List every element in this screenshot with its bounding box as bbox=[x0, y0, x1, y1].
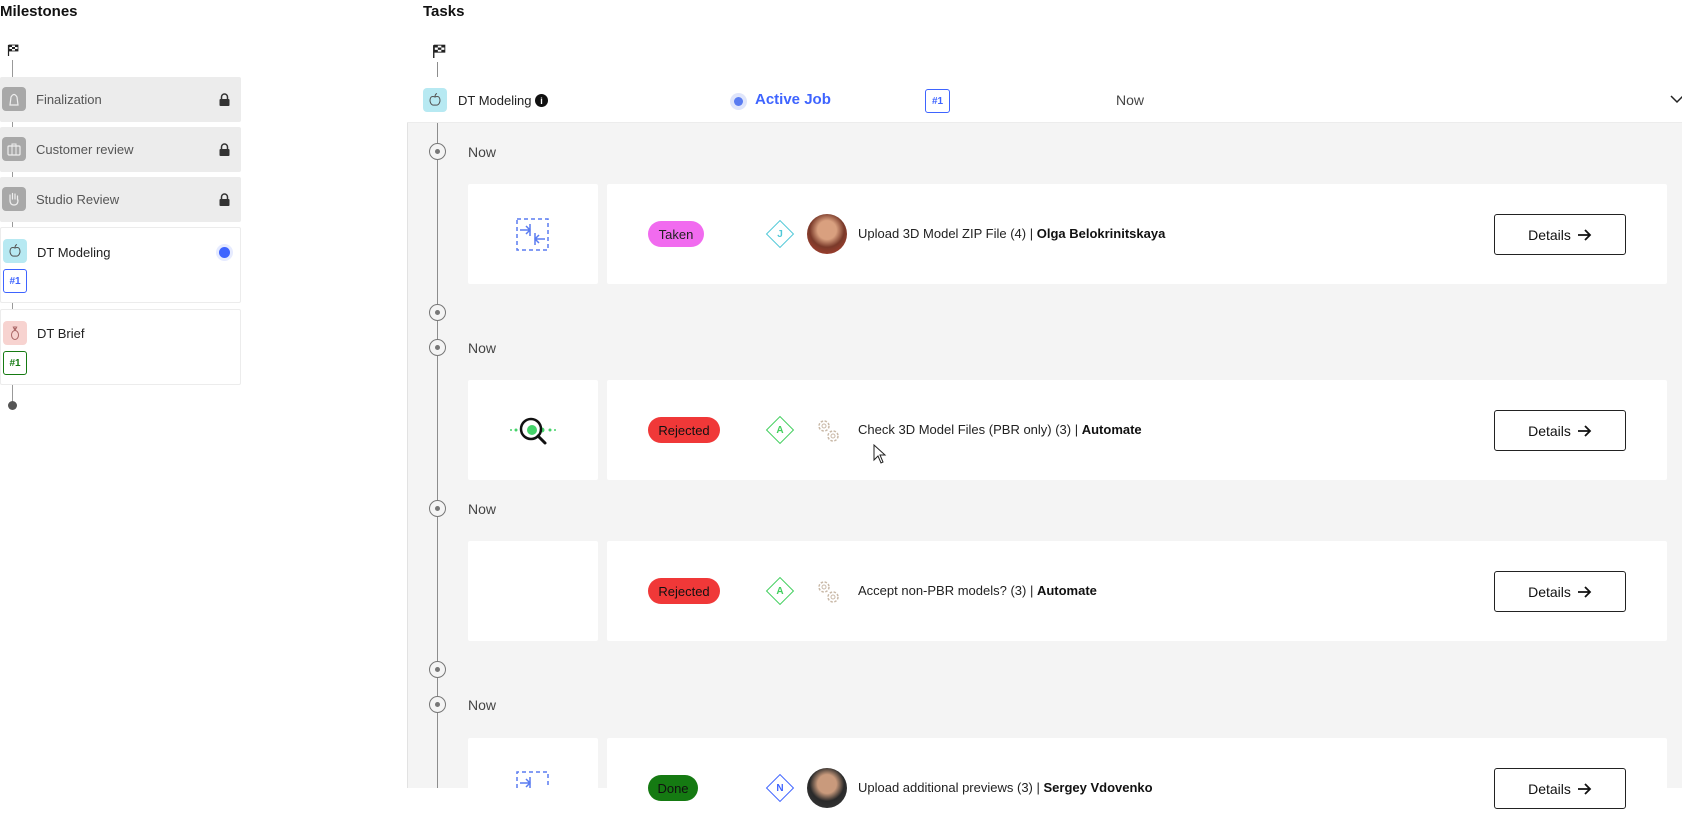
milestones-title: Milestones bbox=[0, 3, 78, 20]
status-badge: Taken bbox=[648, 221, 704, 247]
milestone-customer-review[interactable]: Customer review bbox=[0, 127, 241, 172]
active-status-dot bbox=[219, 247, 230, 258]
job-status: Active Job bbox=[755, 91, 831, 108]
timeline-node bbox=[429, 143, 446, 160]
upload-arrows-icon bbox=[516, 771, 549, 788]
milestone-dt-modeling[interactable]: DT Modeling #1 bbox=[0, 227, 241, 303]
task-card[interactable]: Rejected A Accept non-PBR models? (3) | … bbox=[607, 541, 1667, 641]
timeline-connector bbox=[437, 62, 438, 77]
milestone-label: DT Brief bbox=[37, 326, 85, 341]
job-time: Now bbox=[1116, 92, 1145, 108]
status-dot-icon bbox=[730, 93, 747, 110]
pineapple-icon bbox=[3, 321, 27, 345]
avatar bbox=[807, 214, 847, 254]
arrow-right-icon bbox=[1577, 228, 1592, 241]
task-owner: Automate bbox=[1036, 583, 1097, 598]
checkered-flag-icon bbox=[7, 44, 19, 56]
briefcase-icon bbox=[2, 137, 26, 161]
gears-icon bbox=[818, 581, 839, 603]
task-card[interactable]: Rejected A Check 3D Model Files (PBR onl… bbox=[607, 380, 1667, 480]
magnifier-icon bbox=[510, 417, 556, 445]
task-thumbnail bbox=[468, 541, 598, 641]
task-time: Now bbox=[468, 697, 497, 713]
task-time: Now bbox=[468, 340, 497, 356]
details-label: Details bbox=[1528, 780, 1571, 797]
checkered-flag-icon bbox=[433, 44, 446, 58]
timeline-node bbox=[429, 661, 446, 678]
details-label: Details bbox=[1528, 226, 1571, 243]
gears-icon bbox=[818, 420, 839, 442]
hand-bag-icon bbox=[2, 87, 26, 111]
status-badge: Rejected bbox=[648, 578, 720, 604]
timeline-node bbox=[429, 339, 446, 356]
details-label: Details bbox=[1528, 583, 1571, 600]
chevron-down-icon[interactable] bbox=[1670, 94, 1682, 104]
task-title-text: Check 3D Model Files (PBR only) (3) | bbox=[858, 422, 1082, 437]
info-icon[interactable]: i bbox=[535, 94, 548, 107]
task-owner: Automate bbox=[1081, 422, 1142, 437]
details-button[interactable]: Details bbox=[1494, 410, 1626, 451]
job-header[interactable] bbox=[407, 77, 1682, 123]
job-tag[interactable]: #1 bbox=[925, 89, 950, 113]
mouse-cursor-icon bbox=[873, 444, 887, 464]
upload-arrows-icon bbox=[516, 218, 549, 251]
timeline-node bbox=[429, 500, 446, 517]
status-badge: Rejected bbox=[648, 417, 720, 443]
assignee-letter: A bbox=[776, 585, 784, 597]
assignee-letter: A bbox=[776, 424, 784, 436]
task-owner: Olga Belokrinitskaya bbox=[1036, 226, 1166, 241]
lock-icon bbox=[219, 193, 230, 206]
apple-icon bbox=[423, 88, 447, 112]
milestone-label: DT Modeling bbox=[37, 245, 111, 260]
milestone-studio-review[interactable]: Studio Review bbox=[0, 177, 241, 222]
milestone-connector bbox=[12, 385, 13, 402]
arrow-right-icon bbox=[1577, 782, 1592, 795]
task-title-text: Upload 3D Model ZIP File (4) | bbox=[858, 226, 1037, 241]
arrow-right-icon bbox=[1577, 424, 1592, 437]
lock-icon bbox=[219, 93, 230, 106]
assignee-badge: J bbox=[765, 219, 795, 249]
task-title: Accept non-PBR models? (3) | Automate bbox=[858, 583, 1097, 598]
assignee-badge: N bbox=[765, 773, 795, 803]
assignee-badge: A bbox=[765, 576, 795, 606]
milestone-job-tag[interactable]: #1 bbox=[3, 351, 27, 375]
task-card[interactable]: Taken J Upload 3D Model ZIP File (4) | O… bbox=[607, 184, 1667, 284]
milestone-dt-brief[interactable]: DT Brief #1 bbox=[0, 309, 241, 385]
milestone-connector bbox=[12, 60, 13, 77]
status-badge: Done bbox=[648, 775, 698, 801]
milestone-label: Finalization bbox=[36, 92, 102, 107]
timeline-end-dot bbox=[8, 401, 17, 410]
tasks-title: Tasks bbox=[423, 3, 465, 20]
timeline-node bbox=[429, 696, 446, 713]
details-button[interactable]: Details bbox=[1494, 571, 1626, 612]
apple-icon bbox=[3, 239, 27, 263]
details-button[interactable]: Details bbox=[1494, 214, 1626, 255]
avatar bbox=[807, 768, 847, 808]
lock-icon bbox=[219, 143, 230, 156]
details-button[interactable]: Details bbox=[1494, 768, 1626, 809]
details-label: Details bbox=[1528, 422, 1571, 439]
task-thumbnail bbox=[468, 380, 598, 480]
milestone-label: Customer review bbox=[36, 142, 134, 157]
milestone-label: Studio Review bbox=[36, 192, 120, 207]
milestone-job-tag[interactable]: #1 bbox=[3, 269, 27, 293]
task-time: Now bbox=[468, 501, 497, 517]
task-time: Now bbox=[468, 144, 497, 160]
hand-icon bbox=[2, 187, 26, 211]
assignee-letter: J bbox=[777, 228, 783, 240]
task-thumbnail bbox=[468, 184, 598, 284]
job-name: DT Modeling bbox=[458, 93, 532, 108]
task-thumbnail bbox=[468, 738, 598, 838]
task-title: Check 3D Model Files (PBR only) (3) | Au… bbox=[858, 422, 1142, 437]
assignee-letter: N bbox=[776, 782, 784, 794]
milestone-finalization[interactable]: Finalization bbox=[0, 77, 241, 122]
assignee-badge: A bbox=[765, 415, 795, 445]
task-title-text: Accept non-PBR models? (3) | bbox=[858, 583, 1037, 598]
task-title: Upload 3D Model ZIP File (4) | Olga Belo… bbox=[858, 226, 1165, 241]
timeline-line bbox=[437, 123, 438, 788]
timeline-node bbox=[429, 304, 446, 321]
arrow-right-icon bbox=[1577, 585, 1592, 598]
task-card[interactable]: Done N Upload additional previews (3) | … bbox=[607, 738, 1667, 838]
